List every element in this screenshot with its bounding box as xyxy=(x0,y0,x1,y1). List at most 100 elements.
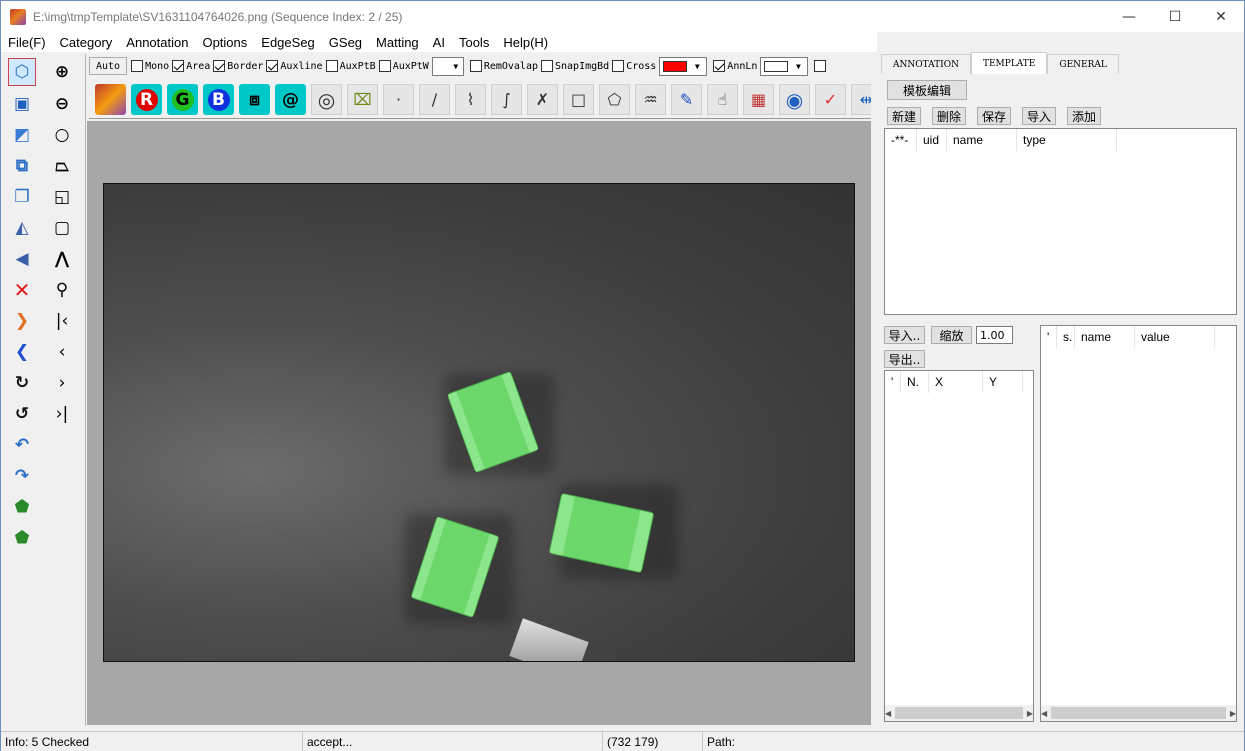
scroll-right-icon[interactable]: ▶ xyxy=(1027,709,1033,718)
hand-icon[interactable]: ☝ xyxy=(707,84,738,115)
edit-image-icon[interactable]: ◩ xyxy=(8,121,36,149)
col-y[interactable]: Y xyxy=(983,371,1023,393)
tab-general[interactable]: GENERAL xyxy=(1047,54,1119,74)
freehand-icon[interactable]: ♒ xyxy=(635,84,666,115)
col-prop-name[interactable]: name xyxy=(1075,326,1135,348)
col-name[interactable]: name xyxy=(947,129,1017,151)
record-icon[interactable]: ◉ xyxy=(779,84,810,115)
curve-icon[interactable]: ∫ xyxy=(491,84,522,115)
col-prop-value[interactable]: value xyxy=(1135,326,1215,348)
properties-hscrollbar[interactable]: ◀ ▶ xyxy=(1041,705,1236,721)
redo-arrow-icon[interactable]: ↷ xyxy=(8,462,36,490)
extra-checkbox[interactable] xyxy=(814,60,828,72)
blue-channel-button[interactable]: B xyxy=(203,84,234,115)
shape-add-icon[interactable]: ◱ xyxy=(48,183,76,211)
intersect-icon[interactable]: ✗ xyxy=(527,84,558,115)
polygon-icon[interactable]: ⬠ xyxy=(599,84,630,115)
extra-box[interactable] xyxy=(814,60,827,72)
green-channel-button[interactable]: G xyxy=(167,84,198,115)
split-icon[interactable]: ⇹ xyxy=(851,84,871,115)
cross-color-select[interactable]: ▼ xyxy=(659,56,708,76)
pin-icon[interactable]: ⚲ xyxy=(48,276,76,304)
redo-icon[interactable]: ↻ xyxy=(8,369,36,397)
polyline-icon[interactable]: ⌇ xyxy=(455,84,486,115)
new-button[interactable]: 新建 xyxy=(887,107,921,125)
menu-gseg[interactable]: GSeg xyxy=(322,35,369,50)
menu-category[interactable]: Category xyxy=(53,35,120,50)
prev-small-icon[interactable]: ‹ xyxy=(48,338,76,366)
label-tool-icon[interactable]: ⧈ xyxy=(239,84,270,115)
menu-help[interactable]: Help(H) xyxy=(496,35,555,50)
next-icon[interactable]: ❯ xyxy=(8,307,36,335)
first-icon[interactable]: |‹ xyxy=(48,307,76,335)
node-edit-icon[interactable]: ⋀ xyxy=(48,245,76,273)
auxline-box[interactable] xyxy=(266,60,279,72)
menu-matting[interactable]: Matting xyxy=(369,35,426,50)
col-mark[interactable]: ' xyxy=(885,371,901,393)
select-polygon-icon[interactable]: ⬡ xyxy=(8,58,36,86)
auxpt-size-select[interactable]: ▼ xyxy=(431,56,464,76)
annln-box[interactable] xyxy=(713,60,726,72)
undo-icon[interactable]: ↺ xyxy=(8,400,36,428)
points-list[interactable]: ' N. X Y ◀ ▶ xyxy=(884,370,1034,722)
col-s[interactable]: s. xyxy=(1057,326,1075,348)
removalap-box[interactable] xyxy=(469,60,482,72)
color-image-icon[interactable] xyxy=(95,84,126,115)
menu-ai[interactable]: AI xyxy=(426,35,452,50)
annln-checkbox[interactable]: AnnLn xyxy=(713,60,757,72)
cross-box[interactable] xyxy=(612,60,625,72)
red-channel-button[interactable]: R xyxy=(131,84,162,115)
next-small-icon[interactable]: › xyxy=(48,369,76,397)
properties-list[interactable]: ' s. name value ◀ ▶ xyxy=(1040,325,1237,722)
polygon-add-icon[interactable]: ⏢ xyxy=(48,152,76,180)
check-tool-button[interactable]: ✓ xyxy=(815,84,846,115)
removalap-checkbox[interactable]: RemOvalap xyxy=(469,60,538,72)
add-button[interactable]: 添加 xyxy=(1067,107,1101,125)
mono-checkbox[interactable]: Mono xyxy=(131,60,169,72)
rectangle-icon[interactable]: □ xyxy=(563,84,594,115)
flip-horizontal-icon[interactable]: ◭ xyxy=(8,214,36,242)
minimize-button[interactable]: — xyxy=(1106,1,1152,32)
brush-icon[interactable]: ✎ xyxy=(671,84,702,115)
image-canvas[interactable] xyxy=(103,183,855,662)
canvas-area[interactable] xyxy=(87,121,871,725)
snapimgbd-checkbox[interactable]: SnapImgBd xyxy=(541,60,609,72)
scale-button[interactable]: 缩放 xyxy=(931,326,972,344)
auxline-checkbox[interactable]: Auxline xyxy=(266,60,323,72)
annln-color-select[interactable]: ▼ xyxy=(760,56,809,76)
delete-icon[interactable]: ✕ xyxy=(8,276,36,304)
scroll-left-icon[interactable]: ◀ xyxy=(885,709,891,718)
col-mark[interactable]: ' xyxy=(1041,326,1057,348)
auxptw-checkbox[interactable]: AuxPtW xyxy=(378,60,429,72)
area-checkbox[interactable]: Area xyxy=(172,60,210,72)
delete-button[interactable]: 删除 xyxy=(932,107,966,125)
at-tool-button[interactable]: @ xyxy=(275,84,306,115)
shape-fill-icon[interactable]: ⬟ xyxy=(8,493,36,521)
scale-input[interactable]: 1.00 xyxy=(976,326,1013,344)
col-type[interactable]: type xyxy=(1017,129,1117,151)
import-button[interactable]: 导入 xyxy=(1022,107,1056,125)
save-icon[interactable]: ▣ xyxy=(8,90,36,118)
col-flag[interactable]: -**- xyxy=(885,129,917,151)
scroll-thumb[interactable] xyxy=(1051,707,1226,719)
mono-box[interactable] xyxy=(131,60,144,72)
tab-template[interactable]: TEMPLATE xyxy=(970,52,1048,74)
undo-arrow-icon[interactable]: ↶ xyxy=(8,431,36,459)
col-n[interactable]: N. xyxy=(901,371,929,393)
auxptb-checkbox[interactable]: AuxPtB xyxy=(325,60,376,72)
save-button[interactable]: 保存 xyxy=(977,107,1011,125)
scroll-thumb[interactable] xyxy=(895,707,1023,719)
menu-options[interactable]: Options xyxy=(195,35,254,50)
previous-icon[interactable]: ❮ xyxy=(8,338,36,366)
import-points-button[interactable]: 导入.. xyxy=(884,326,925,344)
last-icon[interactable]: ›| xyxy=(48,400,76,428)
flip-left-icon[interactable]: ◀ xyxy=(8,245,36,273)
menu-file[interactable]: File(F) xyxy=(1,35,53,50)
contour-icon[interactable]: ◎ xyxy=(311,84,342,115)
template-edit-button[interactable]: 模板编辑 xyxy=(887,80,967,100)
snapimgbd-box[interactable] xyxy=(541,60,553,72)
shape-fill-alt-icon[interactable]: ⬟ xyxy=(8,524,36,552)
zoom-out-icon[interactable]: ⊖ xyxy=(48,90,76,118)
area-box[interactable] xyxy=(172,60,185,72)
duplicate-icon[interactable]: ❐ xyxy=(8,183,36,211)
